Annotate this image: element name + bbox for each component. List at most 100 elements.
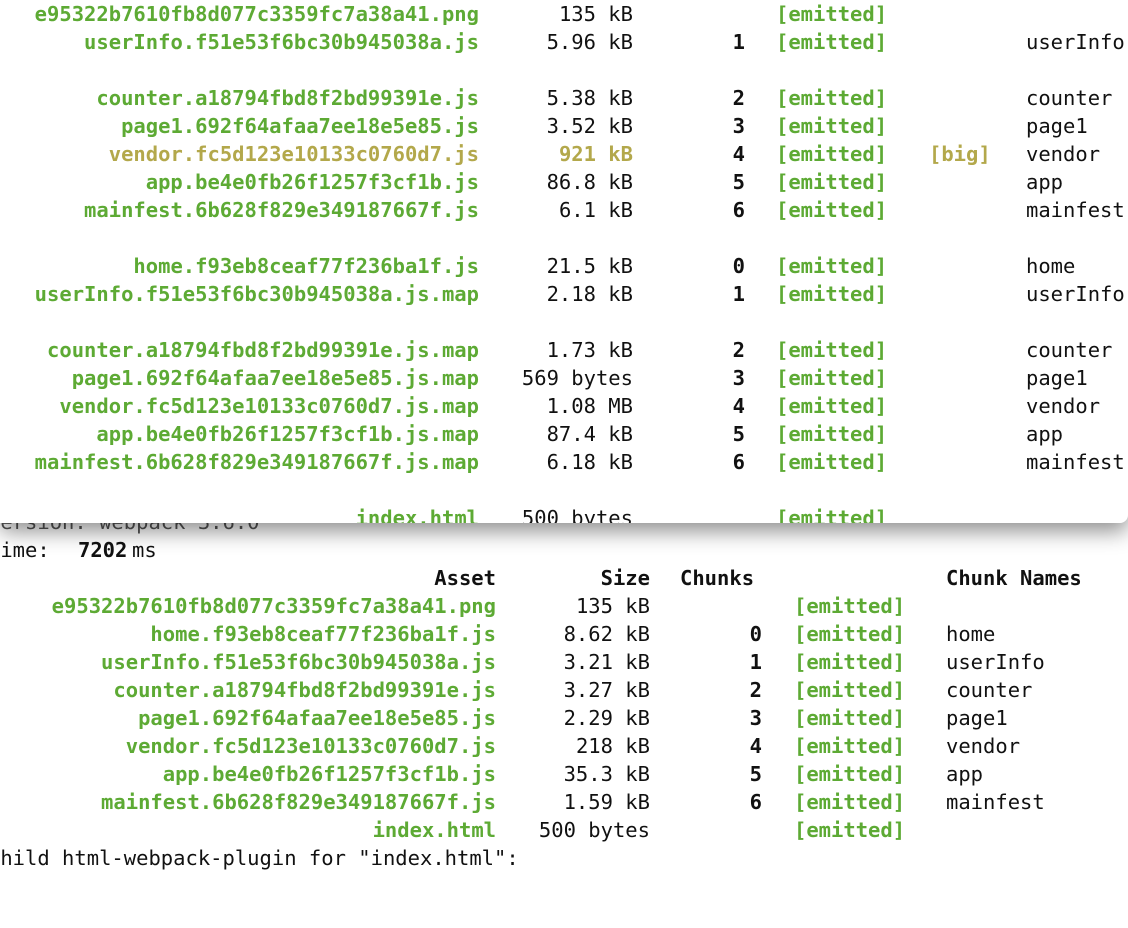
asset-name: home.f93eb8ceaf77f236ba1f.js <box>150 622 496 646</box>
asset-size: 569 bytes <box>521 366 633 390</box>
emitted-status: [emitted] <box>794 650 906 674</box>
emitted-status: [emitted] <box>776 506 888 523</box>
chunk-name: home <box>1026 254 1076 278</box>
chunk-id: 3 <box>749 706 762 730</box>
chunk-name: mainfest <box>946 790 1045 814</box>
table-row: vendor.fc5d123e10133c0760d7.js 921 kB 4 [em… <box>0 140 1128 168</box>
chunk-name: counter <box>946 678 1033 702</box>
table-row: index.html 500 bytes [emitted] <box>0 504 1128 523</box>
asset-size: 218 kB <box>575 734 650 758</box>
asset-size: 21.5 kB <box>546 254 633 278</box>
table-row: mainfest.6b628f829e349187667f.js 1.59 kB 6… <box>0 788 1128 816</box>
chunk-name: page1 <box>1026 114 1088 138</box>
time-value: 7202 <box>78 538 128 562</box>
asset-name: app.be4e0fb26f1257f3cf1b.js <box>145 170 479 194</box>
chunk-id: 1 <box>732 282 745 306</box>
table-row: home.f93eb8ceaf77f236ba1f.js 21.5 kB 0 [emi… <box>0 252 1128 280</box>
asset-size: 5.38 kB <box>546 86 633 110</box>
chunk-name: userInfo <box>1026 282 1125 306</box>
asset-name: app.be4e0fb26f1257f3cf1b.js <box>162 762 496 786</box>
header-asset: Asset <box>434 566 496 590</box>
emitted-status: [emitted] <box>794 790 906 814</box>
emitted-status: [emitted] <box>776 2 888 26</box>
emitted-status: [emitted] <box>776 254 888 278</box>
asset-name: e95322b7610fb8d077c3359fc7a38a41.png <box>51 594 496 618</box>
chunk-id: 3 <box>732 114 745 138</box>
asset-size: 3.21 kB <box>563 650 650 674</box>
header-size: Size <box>600 566 650 590</box>
table-row: e95322b7610fb8d077c3359fc7a38a41.png 135 … <box>0 592 1128 620</box>
table-row: app.be4e0fb26f1257f3cf1b.js 35.3 kB 5 [emit… <box>0 760 1128 788</box>
emitted-status: [emitted] <box>794 678 906 702</box>
chunk-name: page1 <box>1026 366 1088 390</box>
asset-name: mainfest.6b628f829e349187667f.js <box>84 198 479 222</box>
table-row: e95322b7610fb8d077c3359fc7a38a41.png 135 … <box>0 0 1128 28</box>
asset-size: 2.29 kB <box>563 706 650 730</box>
asset-name: userInfo.f51e53f6bc30b945038a.js <box>84 30 479 54</box>
emitted-status: [emitted] <box>776 338 888 362</box>
chunk-id: 0 <box>732 254 745 278</box>
asset-size: 500 bytes <box>521 506 633 523</box>
asset-size: 1.08 MB <box>546 394 633 418</box>
asset-name: page1.692f64afaa7ee18e5e85.js.map <box>71 366 479 390</box>
table-row <box>0 308 1128 336</box>
chunk-id: 6 <box>749 790 762 814</box>
asset-name: vendor.fc5d123e10133c0760d7.js.map <box>59 394 479 418</box>
asset-name: app.be4e0fb26f1257f3cf1b.js.map <box>96 422 479 446</box>
emitted-status: [emitted] <box>794 706 906 730</box>
table-row: userInfo.f51e53f6bc30b945038a.js.map 2.18… <box>0 280 1128 308</box>
chunk-id: 4 <box>732 394 745 418</box>
header-chunk-names: Chunk Names <box>946 566 1082 590</box>
terminal-window-front[interactable]: e95322b7610fb8d077c3359fc7a38a41.png 135 … <box>0 0 1128 523</box>
asset-name: vendor.fc5d123e10133c0760d7.js <box>125 734 496 758</box>
chunk-id: 4 <box>749 734 762 758</box>
chunk-name: mainfest <box>1026 450 1125 474</box>
asset-name: userInfo.f51e53f6bc30b945038a.js <box>101 650 496 674</box>
footer-line: Child html-webpack-plugin for "index.htm… <box>0 846 519 870</box>
emitted-status: [emitted] <box>794 762 906 786</box>
chunk-id: 1 <box>732 30 745 54</box>
asset-name: home.f93eb8ceaf77f236ba1f.js <box>133 254 479 278</box>
table-row: app.be4e0fb26f1257f3cf1b.js 86.8 kB 5 [emit… <box>0 168 1128 196</box>
emitted-status: [emitted] <box>794 734 906 758</box>
asset-name: vendor.fc5d123e10133c0760d7.js <box>108 142 479 166</box>
table-row: home.f93eb8ceaf77f236ba1f.js 8.62 kB 0 [emi… <box>0 620 1128 648</box>
asset-name: userInfo.f51e53f6bc30b945038a.js.map <box>34 282 479 306</box>
table-row: vendor.fc5d123e10133c0760d7.js 218 kB 4 [em… <box>0 732 1128 760</box>
emitted-status: [emitted] <box>776 114 888 138</box>
chunk-name: counter <box>1026 86 1113 110</box>
chunk-name: app <box>1026 170 1064 194</box>
chunk-id: 0 <box>749 622 762 646</box>
asset-name: mainfest.6b628f829e349187667f.js <box>101 790 496 814</box>
table-row: counter.a18794fbd8f2bd99391e.js.map 1.73 … <box>0 336 1128 364</box>
chunk-name: vendor <box>946 734 1021 758</box>
table-row: page1.692f64afaa7ee18e5e85.js 3.52 kB 3 [em… <box>0 112 1128 140</box>
table-row: mainfest.6b628f829e349187667f.js.map 6.18… <box>0 448 1128 476</box>
chunk-name: userInfo <box>1026 30 1125 54</box>
chunk-name: vendor <box>1026 142 1101 166</box>
chunk-name: userInfo <box>946 650 1045 674</box>
chunk-id: 2 <box>732 86 745 110</box>
asset-name: index.html <box>372 818 496 842</box>
table-row <box>0 476 1128 504</box>
chunk-name: mainfest <box>1026 198 1125 222</box>
asset-size: 135 kB <box>575 594 650 618</box>
table-row <box>0 56 1128 84</box>
emitted-status: [emitted] <box>776 450 888 474</box>
asset-name: counter.a18794fbd8f2bd99391e.js <box>96 86 479 110</box>
emitted-status: [emitted] <box>776 282 888 306</box>
time-unit: ms <box>132 538 157 562</box>
asset-name: page1.692f64afaa7ee18e5e85.js <box>138 706 496 730</box>
table-row: counter.a18794fbd8f2bd99391e.js 5.38 kB 2 [… <box>0 84 1128 112</box>
table-row: app.be4e0fb26f1257f3cf1b.js.map 87.4 kB 5 [… <box>0 420 1128 448</box>
header-chunks: Chunks <box>680 566 755 590</box>
asset-size: 3.52 kB <box>546 114 633 138</box>
asset-size: 86.8 kB <box>546 170 633 194</box>
emitted-status: [emitted] <box>794 818 906 842</box>
emitted-status: [emitted] <box>794 594 906 618</box>
emitted-status: [emitted] <box>776 366 888 390</box>
emitted-status: [emitted] <box>776 30 888 54</box>
table-row: mainfest.6b628f829e349187667f.js 6.1 kB 6 [… <box>0 196 1128 224</box>
table-row: counter.a18794fbd8f2bd99391e.js 3.27 kB 2 [… <box>0 676 1128 704</box>
chunk-id: 6 <box>732 450 745 474</box>
